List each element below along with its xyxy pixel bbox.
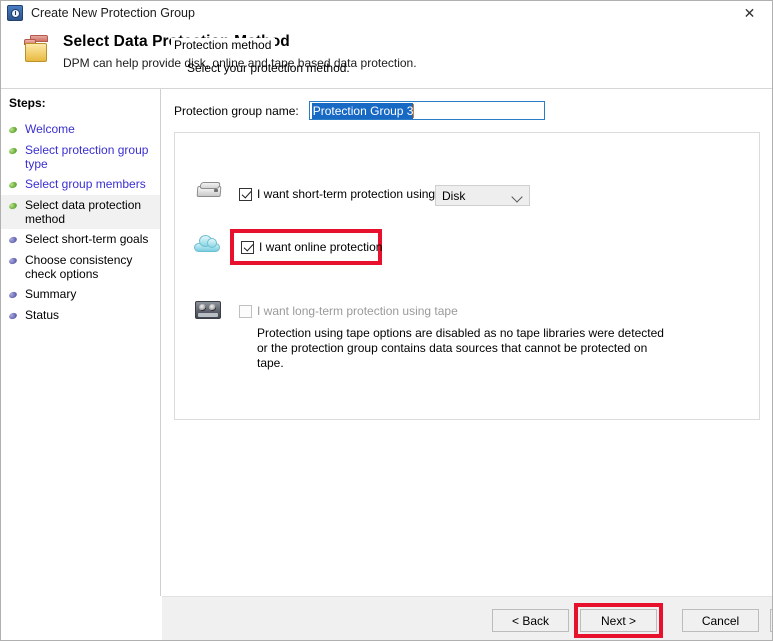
sidebar-item-choose-consistency-check-options[interactable]: Choose consistency check options [1,250,160,284]
sidebar-item-label: Select group members [25,177,146,191]
steps-sidebar: Steps: Welcome Select protection group t… [1,89,161,596]
sidebar-item-status[interactable]: Status [1,305,160,326]
sidebar-item-label: Welcome [25,122,75,136]
protection-group-name-row: Protection group name: Protection Group … [174,101,545,120]
step-bullet-icon [8,235,18,245]
folder-icon [24,35,58,65]
window-title: Create New Protection Group [31,6,195,20]
sidebar-item-label: Select data protection method [25,198,142,226]
protection-method-instruction: Select your protection method. [187,61,350,75]
sidebar-item-select-data-protection-method[interactable]: Select data protection method [1,195,160,229]
protection-group-name-value: Protection Group 3 [311,102,414,119]
sidebar-item-label: Summary [25,287,77,301]
online-protection-checkbox[interactable] [241,241,254,254]
online-protection-row[interactable]: I want online protection [241,240,382,254]
sidebar-item-select-protection-group-type[interactable]: Select protection group type [1,140,160,174]
short-term-media-select[interactable]: Disk [435,185,530,206]
next-button-highlight [574,603,663,638]
online-protection-label: I want online protection [259,240,383,254]
step-bullet-icon [8,180,18,190]
text-caret [413,103,415,118]
render-artifact [709,238,719,249]
wizard-header: Select Data Protection Method DPM can he… [1,25,772,89]
cloud-icon [193,233,221,257]
wizard-window: Create New Protection Group ✕ Select Dat… [0,0,773,641]
sidebar-item-label: Select short-term goals [25,232,149,246]
title-bar: Create New Protection Group ✕ [1,1,772,25]
protection-method-groupbox-title: Protection method [171,38,276,52]
step-bullet-icon [8,256,18,266]
sidebar-item-label: Choose consistency check options [25,253,133,281]
sidebar-item-label: Select protection group type [25,143,149,171]
steps-list: Welcome Select protection group type Sel… [1,119,160,326]
short-term-protection-row[interactable]: I want short-term protection using: [239,187,438,201]
protection-method-groupbox [174,132,760,420]
back-button[interactable]: < Back [492,609,569,632]
step-bullet-icon [8,311,18,321]
sidebar-item-select-group-members[interactable]: Select group members [1,174,160,195]
step-bullet-icon [8,201,18,211]
long-term-protection-checkbox [239,305,252,318]
short-term-protection-checkbox[interactable] [239,188,252,201]
step-bullet-icon [8,125,18,135]
sidebar-item-welcome[interactable]: Welcome [1,119,160,140]
step-bullet-icon [8,290,18,300]
step-bullet-icon [8,146,18,156]
footer-bar: < Back Next > Cancel Help [162,596,772,640]
short-term-media-select-value: Disk [442,188,466,203]
sidebar-item-label: Status [25,308,60,322]
footer-left-spacer [1,596,162,640]
long-term-protection-note: Protection using tape options are disabl… [257,326,664,370]
chevron-down-icon [511,191,523,203]
close-icon[interactable]: ✕ [727,1,772,25]
tape-icon [195,299,223,323]
dpm-clock-icon [7,5,23,21]
sidebar-item-summary[interactable]: Summary [1,284,160,305]
sidebar-item-select-short-term-goals[interactable]: Select short-term goals [1,229,160,250]
disk-icon [195,179,223,203]
protection-group-name-input[interactable]: Protection Group 3 [308,101,545,120]
steps-label: Steps: [9,96,46,110]
long-term-protection-label: I want long-term protection using tape [257,304,458,318]
short-term-protection-label: I want short-term protection using: [257,187,439,201]
cancel-button[interactable]: Cancel [682,609,759,632]
protection-group-name-label: Protection group name: [174,103,299,118]
long-term-protection-row: I want long-term protection using tape [239,304,458,318]
